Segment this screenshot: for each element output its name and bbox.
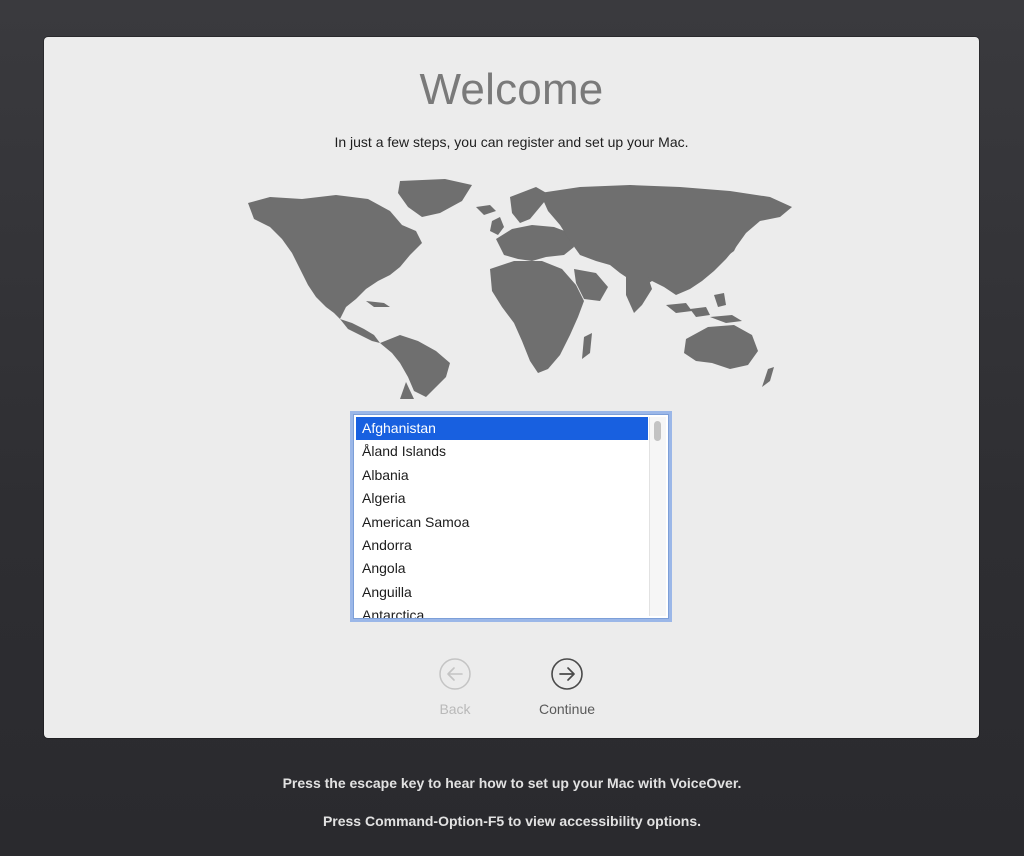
page-subtitle: In just a few steps, you can register an… xyxy=(334,134,689,150)
country-list[interactable]: Afghanistan Åland Islands Albania Algeri… xyxy=(353,414,669,619)
country-list-item-aland-islands[interactable]: Åland Islands xyxy=(356,440,648,463)
page-title: Welcome xyxy=(419,65,604,114)
country-list-item-algeria[interactable]: Algeria xyxy=(356,487,648,510)
country-list-items: Afghanistan Åland Islands Albania Algeri… xyxy=(356,417,648,618)
country-list-item-albania[interactable]: Albania xyxy=(356,464,648,487)
country-list-item-andorra[interactable]: Andorra xyxy=(356,534,648,557)
country-list-item-american-samoa[interactable]: American Samoa xyxy=(356,511,648,534)
country-list-item-angola[interactable]: Angola xyxy=(356,557,648,580)
voiceover-hint: Press the escape key to hear how to set … xyxy=(282,775,742,791)
arrow-right-circle-icon xyxy=(551,658,583,690)
country-list-item-afghanistan[interactable]: Afghanistan xyxy=(356,417,648,441)
back-button-label: Back xyxy=(439,701,471,717)
accessibility-hint: Press Command-Option-F5 to view accessib… xyxy=(322,813,702,829)
continue-button-label: Continue xyxy=(538,701,596,717)
setup-assistant-panel: Welcome In just a few steps, you can reg… xyxy=(44,37,979,738)
world-map-icon xyxy=(248,179,792,399)
country-list-item-anguilla[interactable]: Anguilla xyxy=(356,581,648,604)
back-button[interactable]: Back xyxy=(410,658,500,717)
arrow-left-circle-icon xyxy=(439,658,471,690)
list-scrollbar-thumb[interactable] xyxy=(654,421,661,441)
continue-button[interactable]: Continue xyxy=(522,658,612,717)
country-list-item-antarctica[interactable]: Antarctica xyxy=(356,604,648,618)
list-scrollbar[interactable] xyxy=(649,417,666,616)
